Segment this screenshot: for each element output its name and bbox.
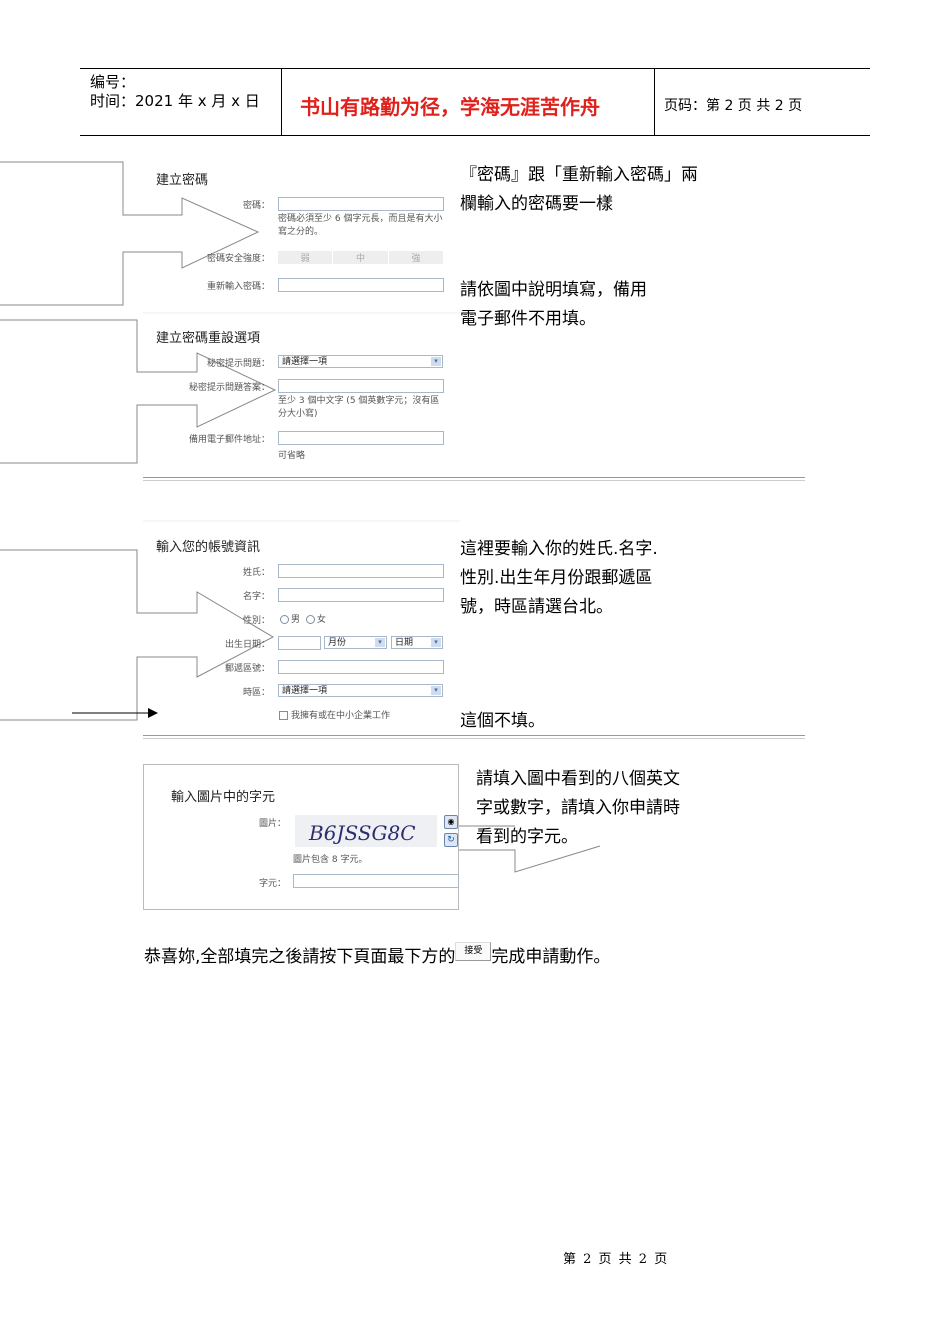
birth-year-input[interactable] bbox=[278, 636, 321, 650]
password-label: 密碼： bbox=[242, 201, 270, 211]
lastname-input[interactable] bbox=[278, 564, 444, 578]
divider bbox=[143, 735, 805, 739]
business-label: 我擁有或在中小企業工作 bbox=[291, 711, 391, 721]
instruction-after: 完成申請動作。 bbox=[491, 947, 611, 967]
day-value: 日期 bbox=[395, 638, 414, 648]
timezone-value: 請選擇一項 bbox=[282, 686, 328, 696]
document-page: 编号： 时间：2021 年 x 月 x 日 书山有路勤为径，学海无涯苦作舟 页码… bbox=[0, 0, 950, 1344]
note-skip: 這個不填。 bbox=[460, 711, 545, 731]
image-hint: 圖片包含 8 字元。 bbox=[293, 855, 368, 865]
note-captcha: 請填入圖中看到的八個英文字或數字，請填入你申請時看到的字元。 bbox=[476, 769, 680, 847]
note-reset: 請依圖中說明填寫，備用電子郵件不用填。 bbox=[460, 280, 647, 329]
reenter-password-input[interactable] bbox=[278, 278, 444, 292]
reenter-label: 重新輸入密碼： bbox=[206, 282, 270, 292]
page-footer: 第 2 页 共 2 页 bbox=[563, 1252, 668, 1267]
gender-female-label: 女 bbox=[316, 615, 326, 625]
section-title-reset: 建立密碼重設選項 bbox=[156, 331, 261, 346]
question-label: 秘密提示問題： bbox=[206, 359, 270, 369]
checkbox-icon bbox=[279, 711, 288, 720]
answer-hint: 至少 3 個中文字 (5 個英數字元；沒有區分大小寫) bbox=[278, 396, 440, 419]
gender-female-radio[interactable]: 女 bbox=[305, 615, 326, 625]
gender-label: 性別： bbox=[242, 616, 270, 626]
firstname-label: 名字： bbox=[242, 592, 270, 602]
gender-male-radio[interactable]: 男 bbox=[280, 615, 300, 625]
lastname-label: 姓氏： bbox=[242, 568, 270, 578]
gender-radios: 男 女 bbox=[280, 612, 326, 625]
question-value: 請選擇一項 bbox=[282, 357, 328, 367]
strength-strong: 強 bbox=[411, 254, 421, 264]
instruction-sentence: 恭喜妳,全部填完之後請按下頁面最下方的 接受 完成申請動作。 bbox=[144, 942, 610, 967]
answer-label: 秘密提示問題答案： bbox=[188, 383, 270, 393]
captcha-input[interactable] bbox=[293, 874, 459, 888]
strength-label: 密碼安全強度： bbox=[206, 254, 270, 264]
chevron-down-icon: ▾ bbox=[431, 686, 441, 695]
pointer-arrowhead bbox=[148, 708, 158, 718]
zip-input[interactable] bbox=[278, 660, 444, 674]
password-input[interactable] bbox=[278, 197, 444, 211]
month-value: 月份 bbox=[328, 638, 347, 648]
instruction-before: 恭喜妳,全部填完之後請按下頁面最下方的 bbox=[144, 947, 456, 967]
question-select[interactable]: 請選擇一項 ▾ bbox=[278, 355, 443, 368]
section-title-captcha: 輸入圖片中的字元 bbox=[171, 790, 276, 805]
divider bbox=[143, 477, 805, 481]
note-password: 『密碼』跟「重新輸入密碼」兩欄輸入的密碼要一樣 bbox=[460, 165, 698, 214]
chars-label: 字元： bbox=[258, 879, 286, 889]
gender-male-label: 男 bbox=[291, 615, 301, 625]
firstname-input[interactable] bbox=[278, 588, 444, 602]
birth-day-select[interactable]: 日期 ▾ bbox=[391, 636, 443, 649]
captcha-image: B6JSSG8C bbox=[295, 815, 437, 847]
section-title-password: 建立密碼 bbox=[156, 173, 209, 188]
zip-label: 郵遞區號： bbox=[224, 664, 270, 674]
answer-input[interactable] bbox=[278, 379, 444, 393]
note-account: 這裡要輸入你的姓氏.名字.性別.出生年月份跟郵遞區號，時區請選台北。 bbox=[460, 539, 658, 617]
timezone-label: 時區： bbox=[242, 688, 270, 698]
birth-label: 出生日期： bbox=[224, 640, 270, 650]
image-label: 圖片： bbox=[258, 819, 286, 829]
chevron-down-icon: ▾ bbox=[375, 638, 385, 647]
business-checkbox[interactable]: 我擁有或在中小企業工作 bbox=[279, 708, 390, 721]
email-hint: 可省略 bbox=[278, 451, 306, 461]
email-label: 備用電子郵件地址： bbox=[188, 435, 270, 445]
password-hint: 密碼必須至少 6 個字元長，而且是有大小寫之分的。 bbox=[278, 214, 443, 237]
audio-icon[interactable]: ◉ bbox=[444, 815, 458, 829]
chevron-down-icon: ▾ bbox=[431, 357, 441, 366]
strength-medium: 中 bbox=[333, 251, 389, 264]
chevron-down-icon: ▾ bbox=[431, 638, 441, 647]
email-input[interactable] bbox=[278, 431, 444, 445]
birth-month-select[interactable]: 月份 ▾ bbox=[324, 636, 387, 649]
timezone-select[interactable]: 請選擇一項 ▾ bbox=[278, 684, 443, 697]
section-title-account: 輸入您的帳號資訊 bbox=[156, 540, 261, 555]
refresh-icon[interactable]: ↻ bbox=[444, 833, 458, 847]
strength-weak: 弱 bbox=[278, 251, 334, 264]
strength-meter: 弱 中 強 bbox=[278, 251, 443, 264]
accept-button-image: 接受 bbox=[455, 942, 492, 961]
